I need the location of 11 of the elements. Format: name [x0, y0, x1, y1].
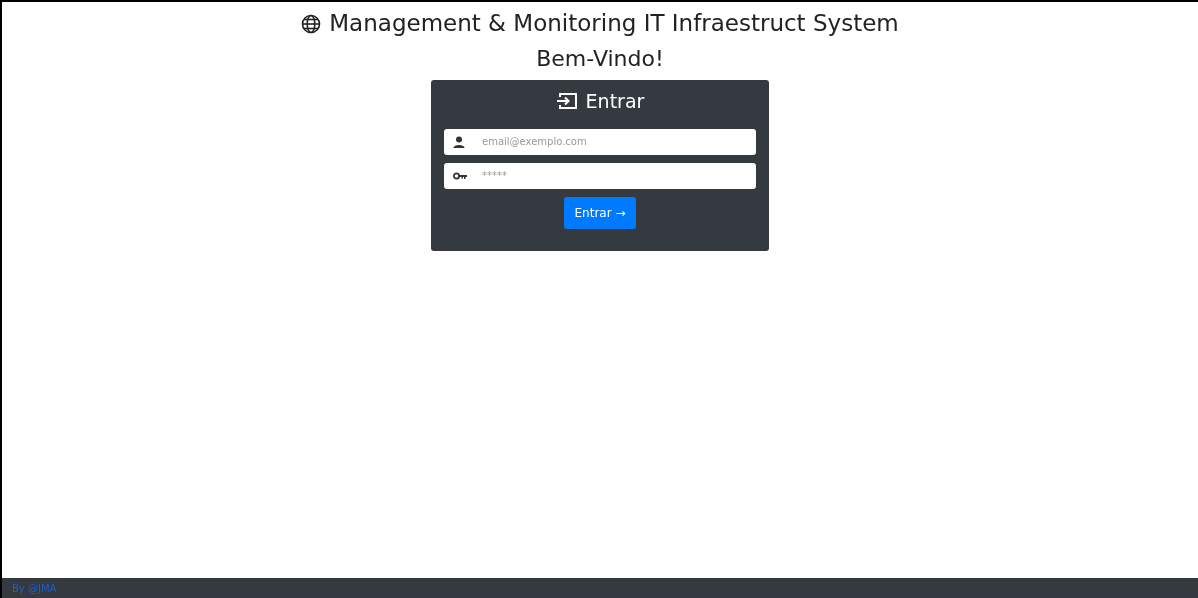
- login-title: Entrar: [585, 90, 645, 113]
- page-title: Management & Monitoring IT Infraestruct System: [329, 10, 899, 38]
- user-icon: [453, 135, 465, 148]
- email-field[interactable]: email@exemplo.com: [444, 128, 756, 155]
- sign-in-icon: [555, 92, 578, 111]
- welcome-heading: Bem-Vindo!: [536, 45, 664, 72]
- password-field[interactable]: *****: [444, 162, 756, 189]
- key-icon: [453, 170, 467, 181]
- footer-credit: By @JMA: [12, 581, 57, 596]
- globe-icon: [301, 13, 322, 34]
- login-button[interactable]: Entrar →: [563, 196, 637, 229]
